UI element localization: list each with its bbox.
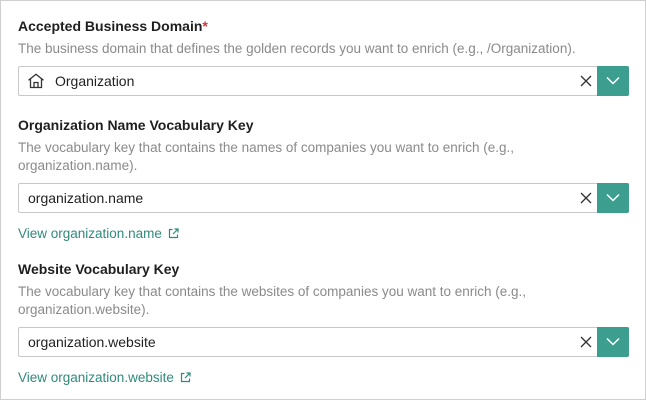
required-asterisk: * — [202, 18, 208, 34]
view-organization-website-link[interactable]: View organization.website — [18, 370, 191, 386]
business-domain-value: Organization — [55, 73, 135, 89]
link-label: View organization.name — [18, 226, 162, 241]
dropdown-button[interactable] — [597, 66, 629, 96]
dropdown-button[interactable] — [597, 327, 629, 357]
chevron-down-icon — [606, 193, 620, 202]
field-description: The vocabulary key that contains the nam… — [18, 140, 515, 173]
link-label: View organization.website — [18, 370, 174, 385]
house-icon — [28, 73, 44, 89]
organization-name-key-select[interactable]: organization.name — [18, 183, 629, 213]
field-label: Accepted Business Domain* — [18, 17, 630, 35]
organization-name-key-value: organization.name — [28, 190, 144, 206]
business-domain-select[interactable]: Organization — [18, 66, 629, 96]
form-panel: Accepted Business Domain* The business d… — [0, 0, 646, 400]
chevron-down-icon — [606, 337, 620, 346]
view-organization-name-link[interactable]: View organization.name — [18, 226, 179, 242]
website-key-select[interactable]: organization.website — [18, 327, 629, 357]
website-key-field: Website Vocabulary Key The vocabulary ke… — [18, 260, 630, 385]
accepted-business-domain-field: Accepted Business Domain* The business d… — [18, 17, 630, 96]
organization-name-key-label: Organization Name Vocabulary Key — [18, 117, 254, 133]
external-link-icon — [180, 372, 191, 383]
clear-icon[interactable] — [579, 191, 593, 205]
field-description: The business domain that defines the gol… — [18, 41, 576, 56]
clear-icon[interactable] — [579, 74, 593, 88]
chevron-down-icon — [606, 76, 620, 85]
dropdown-button[interactable] — [597, 183, 629, 213]
field-description: The vocabulary key that contains the web… — [18, 284, 527, 317]
accepted-business-domain-label: Accepted Business Domain — [18, 18, 203, 34]
website-key-value: organization.website — [28, 334, 156, 350]
organization-name-key-field: Organization Name Vocabulary Key The voc… — [18, 116, 630, 241]
clear-icon[interactable] — [579, 335, 593, 349]
external-link-icon — [168, 228, 179, 239]
website-key-label: Website Vocabulary Key — [18, 261, 180, 277]
